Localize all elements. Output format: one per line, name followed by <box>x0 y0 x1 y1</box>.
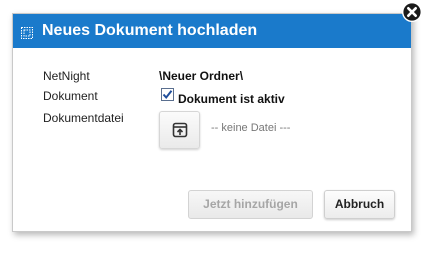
upload-icon <box>172 122 188 138</box>
close-icon[interactable] <box>401 1 423 23</box>
no-file-text: -- keine Datei --- <box>211 122 291 134</box>
document-label: Dokument <box>43 89 98 103</box>
add-now-button[interactable]: Jetzt hinzufügen <box>188 190 313 219</box>
cancel-button[interactable]: Abbruch <box>324 190 395 219</box>
active-checkbox-label[interactable]: Dokument ist aktiv <box>178 92 285 106</box>
active-checkbox[interactable] <box>161 88 174 101</box>
dialog-titlebar: Neues Dokument hochladen <box>13 14 411 48</box>
netnight-label: NetNight <box>43 69 90 83</box>
file-label: Dokumentdatei <box>43 111 124 125</box>
upload-dialog: Neues Dokument hochladen NetNight \Neuer… <box>12 13 412 232</box>
dialog-title: Neues Dokument hochladen <box>42 22 258 39</box>
upload-dialog-icon <box>21 26 33 39</box>
folder-path: \Neuer Ordner\ <box>159 69 244 83</box>
upload-file-button[interactable] <box>159 111 200 149</box>
